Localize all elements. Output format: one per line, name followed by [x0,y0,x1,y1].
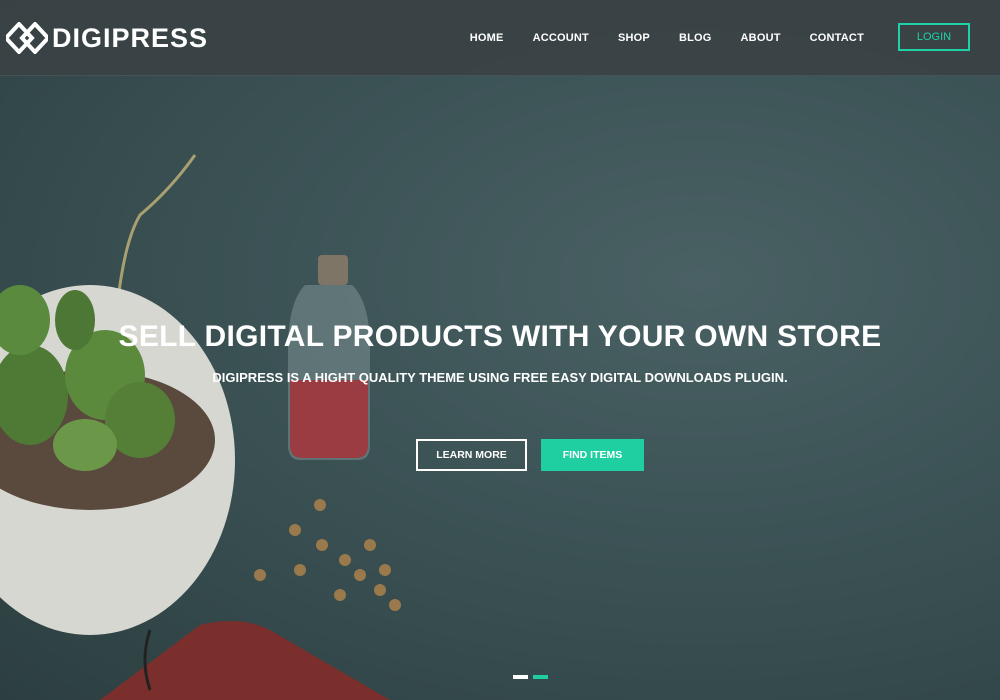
slider-dot-1[interactable] [513,675,528,679]
nav-item-blog[interactable]: BLOG [679,32,712,44]
find-items-button[interactable]: FIND ITEMS [541,439,644,471]
brand-name: DIGIPRESS [52,23,209,53]
login-button[interactable]: LOGIN [898,23,970,51]
nav-item-about[interactable]: ABOUT [741,32,781,44]
nav-item-home[interactable]: HOME [470,32,504,44]
hero-title: SELL DIGITAL PRODUCTS WITH YOUR OWN STOR… [118,320,882,353]
nav-item-contact[interactable]: CONTACT [810,32,864,44]
brand-logo[interactable]: DIGIPRESS [6,22,208,54]
site-header: DIGIPRESS HOME ACCOUNT SHOP BLOG ABOUT C… [0,0,1000,76]
hero-subtitle: DIGIPRESS IS A HIGHT QUALITY THEME USING… [212,370,788,385]
brand-diamond-icon [6,22,48,54]
nav-item-account[interactable]: ACCOUNT [533,32,589,44]
slider-pagination [513,675,553,679]
slider-dot-2[interactable] [533,675,548,679]
nav-item-shop[interactable]: SHOP [618,32,650,44]
learn-more-button[interactable]: LEARN MORE [416,439,527,471]
main-nav: HOME ACCOUNT SHOP BLOG ABOUT CONTACT [441,0,864,75]
